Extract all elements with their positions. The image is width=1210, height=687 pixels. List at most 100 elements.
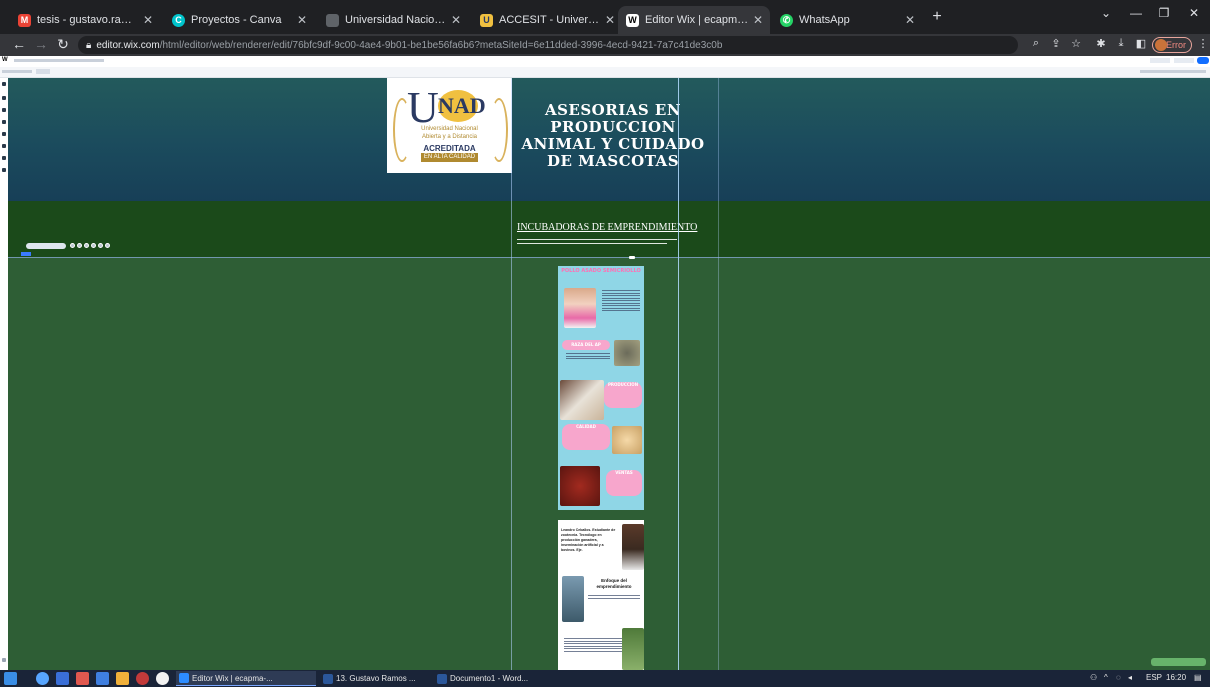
add-elements-icon[interactable]: [2, 82, 6, 86]
share-icon[interactable]: ⇪: [1048, 37, 1064, 50]
close-icon[interactable]: ✕: [294, 13, 310, 27]
section-tag[interactable]: [21, 252, 31, 256]
download-icon[interactable]: ⤓: [1113, 37, 1129, 50]
tab-wix-editor[interactable]: W Editor Wix | ecapma-ocar ✕: [618, 6, 770, 34]
close-icon[interactable]: ✕: [750, 13, 766, 27]
taskbar-app-label: Documento1 - Word...: [450, 674, 529, 683]
person-photo: [564, 288, 596, 328]
tab-whatsapp[interactable]: ✆ WhatsApp ✕: [772, 6, 922, 34]
windows-start-icon[interactable]: [4, 672, 17, 685]
wix-editor-subbar: [0, 67, 1210, 78]
url-path: /html/editor/web/renderer/edit/76bfc9df-…: [159, 39, 723, 51]
close-icon[interactable]: ✕: [602, 13, 618, 27]
file-explorer-icon[interactable]: [116, 672, 129, 685]
people-icon[interactable]: ⚇: [1090, 673, 1097, 682]
back-button[interactable]: ←: [10, 36, 28, 52]
notifications-icon[interactable]: ▤: [1194, 673, 1202, 682]
strip-settings-control[interactable]: [26, 243, 66, 249]
tab-label: Proyectos - Canva: [191, 14, 282, 26]
site-header[interactable]: U NAD Universidad Nacional Abierta y a D…: [8, 78, 1210, 201]
tool-dot[interactable]: [105, 243, 110, 248]
network-icon[interactable]: ◌: [1116, 673, 1121, 682]
taskbar-app-label: Editor Wix | ecapma-...: [192, 673, 273, 683]
wix-chat-widget[interactable]: [1151, 658, 1206, 666]
taskbar-app-word-1[interactable]: 13. Gustavo Ramos ...: [320, 671, 430, 686]
tool-dot[interactable]: [91, 243, 96, 248]
strip-tool-buttons[interactable]: [70, 243, 110, 248]
mail-icon[interactable]: [96, 672, 109, 685]
tab-accesit[interactable]: U ACCESIT - Universidad Nacional ✕: [472, 6, 622, 34]
editor-menu-items[interactable]: [14, 59, 104, 62]
address-bar[interactable]: 🔒︎ editor.wix.com /html/editor/web/rende…: [78, 36, 1018, 54]
zoom-icon[interactable]: ⌕: [1028, 37, 1044, 50]
pill-label: VENTAS: [615, 470, 633, 475]
poster-image-1[interactable]: POLLO ASADO SEMICRIOLLO RAZA DEL AP PROD…: [558, 266, 644, 510]
minimize-button[interactable]: —: [1122, 6, 1150, 20]
business-icon[interactable]: [2, 168, 6, 172]
incubadoras-strip[interactable]: INCUBADORAS DE EMPRENDIMIENTO: [8, 201, 1210, 257]
save-button[interactable]: [1174, 58, 1194, 63]
add-section-icon[interactable]: [2, 96, 6, 100]
media-icon[interactable]: [2, 144, 6, 148]
tab-search-icon[interactable]: ⌄: [1092, 6, 1120, 20]
pill-produccion: PRODUCCION: [604, 382, 642, 408]
clock[interactable]: 16:20: [1166, 673, 1186, 682]
tool-dot[interactable]: [98, 243, 103, 248]
reload-button[interactable]: ↻: [54, 36, 72, 53]
section-title[interactable]: INCUBADORAS DE EMPRENDIMIENTO: [517, 222, 697, 233]
tool-dot[interactable]: [70, 243, 75, 248]
poster-image-2[interactable]: Leandro Ceballos. Estudiante de zootecni…: [558, 520, 644, 670]
page-selector[interactable]: [2, 70, 32, 73]
profile-error-button[interactable]: Error: [1152, 37, 1192, 53]
office-icon[interactable]: [76, 672, 89, 685]
wix-icon[interactable]: W: [2, 57, 8, 63]
apps-icon[interactable]: [2, 132, 6, 136]
tab-label: tesis - gustavo.ramos@unad.e: [37, 14, 140, 26]
header-title[interactable]: ASESORIAS EN PRODUCCION ANIMAL Y CUIDADO…: [513, 102, 713, 170]
close-icon[interactable]: ✕: [902, 13, 918, 27]
section-handle[interactable]: [629, 256, 635, 259]
extensions-icon[interactable]: ✱: [1093, 37, 1109, 50]
tab-label: Editor Wix | ecapma-ocar: [645, 14, 750, 26]
tool-dot[interactable]: [77, 243, 82, 248]
poster-title: POLLO ASADO SEMICRIOLLO: [561, 268, 641, 274]
restore-button[interactable]: ❐: [1150, 6, 1178, 20]
task-view-icon[interactable]: [56, 672, 69, 685]
wix-canvas[interactable]: U NAD Universidad Nacional Abierta y a D…: [8, 78, 1210, 670]
tab-canva[interactable]: C Proyectos - Canva ✕: [164, 6, 314, 34]
window-close-button[interactable]: ✕: [1180, 6, 1208, 20]
tool-dot[interactable]: [84, 243, 89, 248]
header-title-line: ANIMAL Y CUIDADO: [521, 135, 705, 153]
opera-icon[interactable]: [136, 672, 149, 685]
search-icon[interactable]: [36, 672, 49, 685]
design-icon[interactable]: [2, 120, 6, 124]
close-icon[interactable]: ✕: [448, 13, 464, 27]
cms-icon[interactable]: [2, 156, 6, 160]
section-divider-guide: [8, 257, 1210, 258]
publish-button[interactable]: [1197, 57, 1209, 64]
preview-button[interactable]: [1150, 58, 1170, 63]
volume-icon[interactable]: ◂: [1128, 673, 1132, 682]
tray-chevron-icon[interactable]: ^: [1104, 673, 1108, 682]
device-switch[interactable]: [36, 69, 50, 74]
unad-logo[interactable]: U NAD Universidad Nacional Abierta y a D…: [387, 78, 512, 173]
taskbar-app-word-2[interactable]: Documento1 - Word...: [434, 671, 534, 686]
logo-u: U: [407, 83, 439, 132]
browser-menu-icon[interactable]: ⋮: [1195, 37, 1210, 50]
chrome-icon[interactable]: [156, 672, 169, 685]
zoom-controls[interactable]: [1140, 70, 1206, 73]
forward-button[interactable]: →: [32, 36, 50, 52]
help-icon[interactable]: [2, 658, 6, 662]
side-panel-icon[interactable]: ◧: [1133, 37, 1149, 50]
tab-unad[interactable]: Universidad Nacional Abierta y ✕: [318, 6, 468, 34]
language-indicator[interactable]: ESP: [1146, 673, 1162, 682]
word-icon: [437, 673, 447, 684]
pages-icon[interactable]: [2, 108, 6, 112]
canva-icon: C: [172, 13, 185, 27]
bookmark-star-icon[interactable]: ☆: [1068, 37, 1084, 50]
new-tab-button[interactable]: +: [926, 8, 948, 26]
taskbar-app-chrome[interactable]: Editor Wix | ecapma-...: [176, 671, 316, 686]
logo-alta-calidad: EN ALTA CALIDAD: [421, 153, 478, 162]
close-icon[interactable]: ✕: [140, 13, 156, 27]
tab-gmail[interactable]: M tesis - gustavo.ramos@unad.e ✕: [10, 6, 160, 34]
